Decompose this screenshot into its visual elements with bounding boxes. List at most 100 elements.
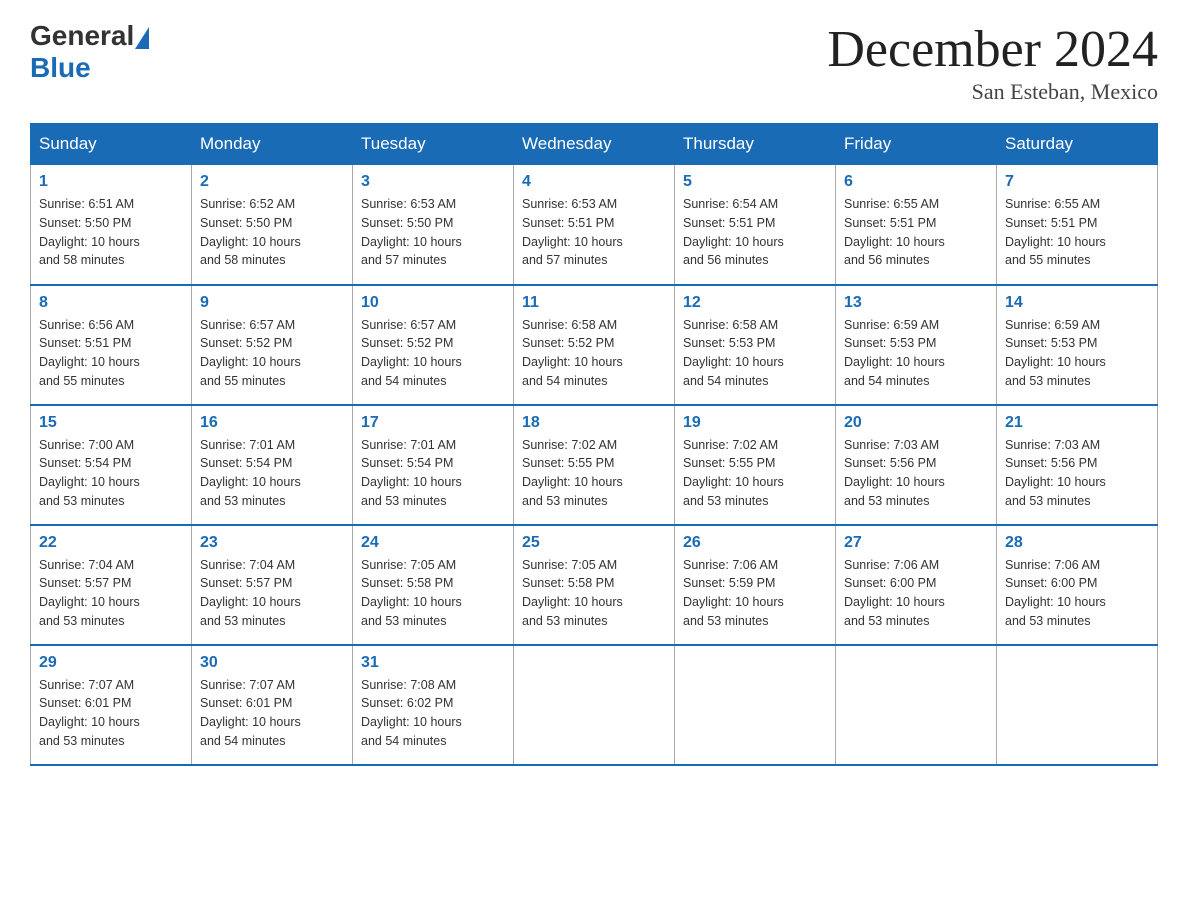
calendar-cell: 16 Sunrise: 7:01 AMSunset: 5:54 PMDayligh… (192, 405, 353, 525)
calendar-cell: 29 Sunrise: 7:07 AMSunset: 6:01 PMDayligh… (31, 645, 192, 765)
calendar-cell: 1Sunrise: 6:51 AMSunset: 5:50 PMDaylight… (31, 165, 192, 285)
day-number: 31 (361, 654, 505, 672)
calendar-cell: 2Sunrise: 6:52 AMSunset: 5:50 PMDaylight… (192, 165, 353, 285)
day-number: 5 (683, 173, 827, 191)
logo: General Blue (30, 20, 150, 84)
calendar-week-5: 29 Sunrise: 7:07 AMSunset: 6:01 PMDayligh… (31, 645, 1158, 765)
day-number: 22 (39, 534, 183, 552)
day-number: 8 (39, 294, 183, 312)
weekday-header-monday: Monday (192, 124, 353, 165)
calendar-cell: 22 Sunrise: 7:04 AMSunset: 5:57 PMDayligh… (31, 525, 192, 645)
weekday-header-wednesday: Wednesday (514, 124, 675, 165)
day-info: Sunrise: 7:07 AMSunset: 6:01 PMDaylight:… (39, 676, 183, 751)
logo-triangle-icon (135, 27, 149, 49)
calendar-cell: 23Sunrise: 7:04 AMSunset: 5:57 PMDayligh… (192, 525, 353, 645)
calendar-week-2: 8 Sunrise: 6:56 AMSunset: 5:51 PMDaylight… (31, 285, 1158, 405)
calendar-cell: 13Sunrise: 6:59 AMSunset: 5:53 PMDayligh… (836, 285, 997, 405)
day-info: Sunrise: 7:06 AMSunset: 5:59 PMDaylight:… (683, 556, 827, 631)
calendar-cell: 25Sunrise: 7:05 AMSunset: 5:58 PMDayligh… (514, 525, 675, 645)
day-number: 25 (522, 534, 666, 552)
calendar-cell: 12 Sunrise: 6:58 AMSunset: 5:53 PMDayligh… (675, 285, 836, 405)
day-info: Sunrise: 7:06 AMSunset: 6:00 PMDaylight:… (844, 556, 988, 631)
calendar-cell: 6 Sunrise: 6:55 AMSunset: 5:51 PMDaylight… (836, 165, 997, 285)
calendar-cell: 26 Sunrise: 7:06 AMSunset: 5:59 PMDayligh… (675, 525, 836, 645)
calendar-cell (997, 645, 1158, 765)
day-info: Sunrise: 6:53 AMSunset: 5:51 PMDaylight:… (522, 195, 666, 270)
calendar-cell: 14 Sunrise: 6:59 AMSunset: 5:53 PMDayligh… (997, 285, 1158, 405)
day-number: 17 (361, 414, 505, 432)
day-info: Sunrise: 6:54 AMSunset: 5:51 PMDaylight:… (683, 195, 827, 270)
weekday-header-sunday: Sunday (31, 124, 192, 165)
day-number: 11 (522, 294, 666, 312)
calendar-week-4: 22 Sunrise: 7:04 AMSunset: 5:57 PMDayligh… (31, 525, 1158, 645)
day-info: Sunrise: 7:04 AMSunset: 5:57 PMDaylight:… (39, 556, 183, 631)
day-number: 9 (200, 294, 344, 312)
day-info: Sunrise: 7:03 AMSunset: 5:56 PMDaylight:… (844, 436, 988, 511)
calendar-cell: 20Sunrise: 7:03 AMSunset: 5:56 PMDayligh… (836, 405, 997, 525)
calendar-cell: 21 Sunrise: 7:03 AMSunset: 5:56 PMDayligh… (997, 405, 1158, 525)
day-info: Sunrise: 7:01 AMSunset: 5:54 PMDaylight:… (200, 436, 344, 511)
day-number: 30 (200, 654, 344, 672)
day-number: 24 (361, 534, 505, 552)
day-info: Sunrise: 6:53 AMSunset: 5:50 PMDaylight:… (361, 195, 505, 270)
day-info: Sunrise: 7:07 AMSunset: 6:01 PMDaylight:… (200, 676, 344, 751)
day-number: 26 (683, 534, 827, 552)
weekday-header-thursday: Thursday (675, 124, 836, 165)
day-info: Sunrise: 6:57 AMSunset: 5:52 PMDaylight:… (361, 316, 505, 391)
calendar-cell: 9 Sunrise: 6:57 AMSunset: 5:52 PMDaylight… (192, 285, 353, 405)
calendar-cell: 17 Sunrise: 7:01 AMSunset: 5:54 PMDayligh… (353, 405, 514, 525)
day-info: Sunrise: 6:52 AMSunset: 5:50 PMDaylight:… (200, 195, 344, 270)
day-info: Sunrise: 6:51 AMSunset: 5:50 PMDaylight:… (39, 195, 183, 270)
day-number: 28 (1005, 534, 1149, 552)
page-header: General Blue December 2024 San Esteban, … (30, 20, 1158, 105)
logo-general-text: General (30, 20, 134, 52)
day-info: Sunrise: 7:08 AMSunset: 6:02 PMDaylight:… (361, 676, 505, 751)
day-number: 27 (844, 534, 988, 552)
weekday-header-row: SundayMondayTuesdayWednesdayThursdayFrid… (31, 124, 1158, 165)
calendar-body: 1Sunrise: 6:51 AMSunset: 5:50 PMDaylight… (31, 165, 1158, 765)
calendar-cell: 4Sunrise: 6:53 AMSunset: 5:51 PMDaylight… (514, 165, 675, 285)
day-info: Sunrise: 7:02 AMSunset: 5:55 PMDaylight:… (522, 436, 666, 511)
day-number: 7 (1005, 173, 1149, 191)
day-number: 10 (361, 294, 505, 312)
calendar-cell (836, 645, 997, 765)
day-info: Sunrise: 6:58 AMSunset: 5:52 PMDaylight:… (522, 316, 666, 391)
calendar-week-1: 1Sunrise: 6:51 AMSunset: 5:50 PMDaylight… (31, 165, 1158, 285)
day-info: Sunrise: 7:06 AMSunset: 6:00 PMDaylight:… (1005, 556, 1149, 631)
day-number: 15 (39, 414, 183, 432)
day-info: Sunrise: 6:56 AMSunset: 5:51 PMDaylight:… (39, 316, 183, 391)
weekday-header-friday: Friday (836, 124, 997, 165)
calendar-cell: 10 Sunrise: 6:57 AMSunset: 5:52 PMDayligh… (353, 285, 514, 405)
day-info: Sunrise: 6:59 AMSunset: 5:53 PMDaylight:… (1005, 316, 1149, 391)
calendar-cell: 24 Sunrise: 7:05 AMSunset: 5:58 PMDayligh… (353, 525, 514, 645)
day-number: 13 (844, 294, 988, 312)
day-number: 3 (361, 173, 505, 191)
day-info: Sunrise: 7:03 AMSunset: 5:56 PMDaylight:… (1005, 436, 1149, 511)
calendar-cell: 7 Sunrise: 6:55 AMSunset: 5:51 PMDaylight… (997, 165, 1158, 285)
calendar-week-3: 15Sunrise: 7:00 AMSunset: 5:54 PMDayligh… (31, 405, 1158, 525)
month-title: December 2024 (827, 20, 1158, 79)
logo-blue-text: Blue (30, 52, 91, 84)
day-info: Sunrise: 6:55 AMSunset: 5:51 PMDaylight:… (844, 195, 988, 270)
calendar-cell: 8 Sunrise: 6:56 AMSunset: 5:51 PMDaylight… (31, 285, 192, 405)
day-number: 21 (1005, 414, 1149, 432)
calendar-cell: 30 Sunrise: 7:07 AMSunset: 6:01 PMDayligh… (192, 645, 353, 765)
day-info: Sunrise: 6:57 AMSunset: 5:52 PMDaylight:… (200, 316, 344, 391)
calendar-header: SundayMondayTuesdayWednesdayThursdayFrid… (31, 124, 1158, 165)
day-info: Sunrise: 6:55 AMSunset: 5:51 PMDaylight:… (1005, 195, 1149, 270)
day-number: 12 (683, 294, 827, 312)
calendar-cell: 31 Sunrise: 7:08 AMSunset: 6:02 PMDayligh… (353, 645, 514, 765)
day-number: 29 (39, 654, 183, 672)
calendar-cell: 27 Sunrise: 7:06 AMSunset: 6:00 PMDayligh… (836, 525, 997, 645)
day-number: 16 (200, 414, 344, 432)
day-number: 6 (844, 173, 988, 191)
location-subtitle: San Esteban, Mexico (827, 79, 1158, 105)
calendar-cell: 3 Sunrise: 6:53 AMSunset: 5:50 PMDaylight… (353, 165, 514, 285)
day-info: Sunrise: 6:58 AMSunset: 5:53 PMDaylight:… (683, 316, 827, 391)
day-number: 14 (1005, 294, 1149, 312)
logo-text: General (30, 20, 150, 52)
weekday-header-tuesday: Tuesday (353, 124, 514, 165)
calendar-table: SundayMondayTuesdayWednesdayThursdayFrid… (30, 123, 1158, 766)
day-info: Sunrise: 7:01 AMSunset: 5:54 PMDaylight:… (361, 436, 505, 511)
day-info: Sunrise: 7:05 AMSunset: 5:58 PMDaylight:… (361, 556, 505, 631)
